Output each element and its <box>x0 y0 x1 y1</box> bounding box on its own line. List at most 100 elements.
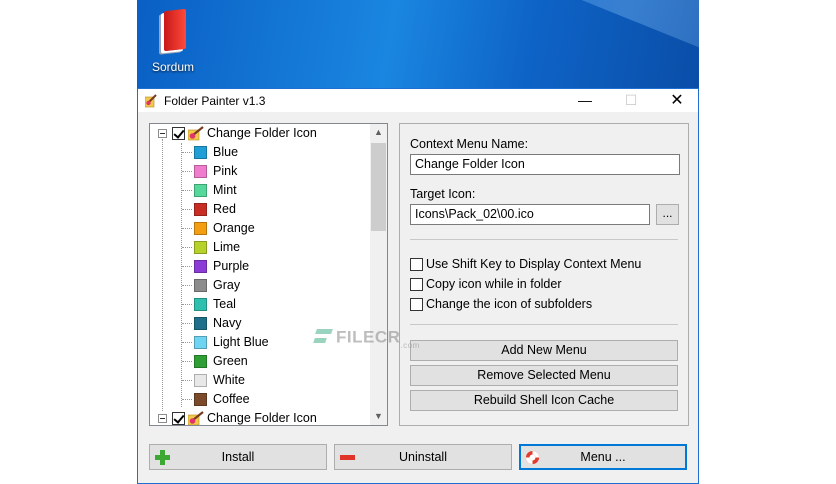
folder-color-icon <box>194 165 207 178</box>
tree-color-label: Orange <box>213 221 255 235</box>
tree-color-label: Navy <box>213 316 242 330</box>
tree-line <box>182 361 192 362</box>
tree-line <box>182 285 192 286</box>
add-new-menu-button[interactable]: Add New Menu <box>410 340 678 361</box>
folder-color-icon <box>194 317 207 330</box>
tree-root-checkbox[interactable] <box>172 127 185 140</box>
window-title: Folder Painter v1.3 <box>164 94 266 108</box>
tree-color-item[interactable]: Gray <box>150 276 371 295</box>
tree-line <box>182 342 192 343</box>
browse-button[interactable]: ... <box>656 204 679 225</box>
scroll-up-icon[interactable]: ▲ <box>370 124 387 141</box>
divider <box>410 239 678 240</box>
tree-color-label: Lime <box>213 240 241 254</box>
desktop-shortcut-label: Sordum <box>151 60 195 74</box>
tree-color-label: Blue <box>213 145 239 159</box>
tree-color-item[interactable]: Blue <box>150 143 371 162</box>
menu-button[interactable]: Menu ... <box>519 444 687 470</box>
folder-color-icon <box>194 184 207 197</box>
tree-color-item[interactable]: Coffee <box>150 390 371 409</box>
rebuild-icon-cache-button[interactable]: Rebuild Shell Icon Cache <box>410 390 678 411</box>
tree-color-item[interactable]: Pink <box>150 162 371 181</box>
folder-color-icon <box>194 355 207 368</box>
tree-color-item[interactable]: Lime <box>150 238 371 257</box>
tree-line <box>182 209 192 210</box>
scroll-thumb[interactable] <box>371 143 386 231</box>
tree-color-item[interactable]: White <box>150 371 371 390</box>
title-bar[interactable]: Folder Painter v1.3 — ☐ ✕ <box>138 88 698 112</box>
paint-brush-icon <box>188 411 204 425</box>
shift-key-label: Use Shift Key to Display Context Menu <box>426 257 642 271</box>
tree-color-item[interactable]: Green <box>150 352 371 371</box>
folder-color-icon <box>194 336 207 349</box>
folder-color-icon <box>194 393 207 406</box>
filecr-logo-icon <box>314 326 332 350</box>
watermark-sub: .com <box>400 341 420 350</box>
subfolders-label: Change the icon of subfolders <box>426 297 593 311</box>
tree-line <box>182 304 192 305</box>
scroll-down-icon[interactable]: ▼ <box>370 408 387 425</box>
color-tree-view[interactable]: Change Folder Icon Blue Pink Mint Red Orange L… <box>149 123 388 426</box>
tree-root-label: Change Folder Icon <box>207 126 317 140</box>
folder-color-icon <box>194 222 207 235</box>
watermark-text: FILECR <box>336 327 401 347</box>
tree-line <box>182 171 192 172</box>
tree-line <box>182 399 192 400</box>
desktop-background: Sordum <box>137 0 699 88</box>
tree-rows: Change Folder Icon Blue Pink Mint Red Orange L… <box>150 124 371 425</box>
uninstall-button[interactable]: Uninstall <box>334 444 512 470</box>
folder-color-icon <box>194 279 207 292</box>
tree-color-item[interactable]: Orange <box>150 219 371 238</box>
maximize-button[interactable]: ☐ <box>608 89 654 113</box>
tree-color-label: Gray <box>213 278 241 292</box>
paint-brush-icon <box>188 126 204 141</box>
tree-color-label: Mint <box>213 183 237 197</box>
remove-selected-menu-button[interactable]: Remove Selected Menu <box>410 365 678 386</box>
copy-icon-label: Copy icon while in folder <box>426 277 562 291</box>
tree-line <box>182 190 192 191</box>
tree-color-item[interactable]: Mint <box>150 181 371 200</box>
tree-root-item[interactable]: Change Folder Icon <box>150 124 371 143</box>
folder-color-icon <box>194 203 207 216</box>
divider <box>410 324 678 325</box>
copy-icon-checkbox[interactable] <box>410 278 423 291</box>
tree-root-item[interactable]: Change Folder Icon <box>150 409 371 425</box>
settings-panel: Context Menu Name: Change Folder Icon Ta… <box>399 123 689 426</box>
tree-color-item[interactable]: Purple <box>150 257 371 276</box>
tree-root-label: Change Folder Icon <box>207 411 317 425</box>
target-icon-label: Target Icon: <box>410 187 476 201</box>
tree-color-label: Pink <box>213 164 238 178</box>
collapse-icon[interactable] <box>158 414 167 423</box>
tree-color-label: White <box>213 373 245 387</box>
context-menu-name-input[interactable]: Change Folder Icon <box>410 154 680 175</box>
folder-color-icon <box>194 374 207 387</box>
tree-line <box>182 152 192 153</box>
close-button[interactable]: ✕ <box>654 89 700 113</box>
tree-color-label: Purple <box>213 259 250 273</box>
folder-color-icon <box>194 298 207 311</box>
install-button[interactable]: Install <box>149 444 327 470</box>
tree-line <box>182 323 192 324</box>
shift-key-checkbox[interactable] <box>410 258 423 271</box>
tree-color-label: Coffee <box>213 392 250 406</box>
folder-color-icon <box>194 260 207 273</box>
tree-color-label: Light Blue <box>213 335 269 349</box>
target-icon-input[interactable]: Icons\Pack_02\00.ico <box>410 204 650 225</box>
subfolders-checkbox[interactable] <box>410 298 423 311</box>
tree-color-item[interactable]: Teal <box>150 295 371 314</box>
tree-line <box>182 247 192 248</box>
install-label: Install <box>221 450 255 464</box>
tree-line <box>182 266 192 267</box>
uninstall-label: Uninstall <box>399 450 447 464</box>
folder-color-icon <box>194 146 207 159</box>
tree-color-label: Green <box>213 354 248 368</box>
collapse-icon[interactable] <box>158 129 167 138</box>
menu-label: Menu ... <box>580 450 626 464</box>
app-brush-icon <box>145 94 157 108</box>
tree-root-checkbox[interactable] <box>172 412 185 425</box>
desktop-shortcut-sordum[interactable]: Sordum <box>147 8 199 74</box>
folder-color-icon <box>194 241 207 254</box>
tree-color-item[interactable]: Red <box>150 200 371 219</box>
tree-scrollbar[interactable]: ▲ ▼ <box>370 124 387 425</box>
minimize-button[interactable]: — <box>562 89 608 113</box>
